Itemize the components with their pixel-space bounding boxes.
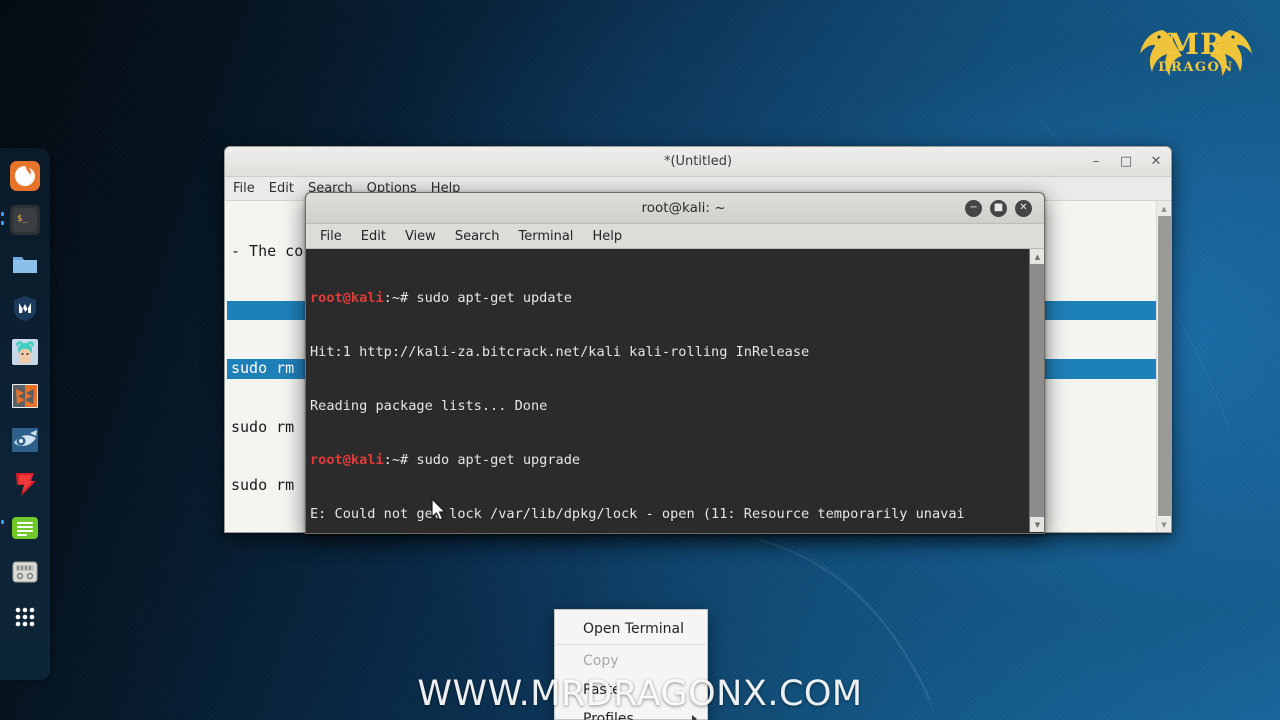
- editor-menu-file[interactable]: File: [233, 181, 255, 196]
- terminal-titlebar[interactable]: root@kali: ~ − ■ ✕: [306, 193, 1044, 224]
- terminal-menu-search[interactable]: Search: [455, 229, 500, 244]
- svg-text:$_: $_: [17, 214, 28, 224]
- context-menu-separator: [557, 644, 705, 645]
- terminal-scroll-down-icon[interactable]: ▼: [1030, 517, 1044, 532]
- terminal-prompt-suffix: :~#: [383, 452, 417, 468]
- context-menu-item-open-terminal[interactable]: Open Terminal: [555, 614, 707, 643]
- zaproxy-icon: [12, 561, 38, 583]
- terminal-line: E: Could not get lock /var/lib/dpkg/lock…: [310, 506, 965, 522]
- editor-scroll-up-icon[interactable]: ▲: [1156, 201, 1171, 216]
- terminal-window-buttons[interactable]: − ■ ✕: [965, 199, 1044, 217]
- mrdragon-logo: MR DRAGON: [1132, 12, 1260, 92]
- terminal-menu-terminal[interactable]: Terminal: [518, 229, 573, 244]
- dock-item-text-editor[interactable]: [1, 512, 41, 544]
- context-menu-item-copy: Copy: [583, 652, 619, 669]
- text-editor-icon: [12, 517, 38, 539]
- terminal-menu-help[interactable]: Help: [592, 229, 622, 244]
- terminal-close-button[interactable]: ✕: [1015, 199, 1032, 217]
- terminal-window[interactable]: root@kali: ~ − ■ ✕ File Edit View Search…: [305, 192, 1045, 534]
- terminal-line: Reading package lists... Done: [310, 398, 548, 414]
- dock-item-terminal[interactable]: $_: [1, 204, 41, 236]
- editor-scroll-down-icon[interactable]: ▼: [1156, 517, 1171, 532]
- terminal-output[interactable]: root@kali:~# sudo apt-get update Hit:1 h…: [306, 249, 1029, 532]
- editor-menu-edit[interactable]: Edit: [269, 181, 294, 196]
- terminal-menubar[interactable]: File Edit View Search Terminal Help: [306, 224, 1044, 249]
- dragon-emblem-icon: [1140, 30, 1252, 76]
- terminal-prompt-user: root@kali: [310, 290, 384, 306]
- grid-apps-icon: [15, 607, 35, 627]
- desktop-screen: MR DRAGON $_ *(Untitled) – □ ✕ File Edit…: [0, 0, 1280, 720]
- terminal-scroll-up-icon[interactable]: ▲: [1030, 249, 1044, 264]
- metasploit-icon: [14, 296, 36, 321]
- terminal-prompt-user: root@kali: [310, 452, 384, 468]
- dock-item-zaproxy[interactable]: [9, 556, 41, 588]
- firefox-icon: [10, 161, 40, 191]
- chevron-right-icon: [692, 714, 697, 720]
- dock-item-faraday[interactable]: [9, 468, 41, 500]
- terminal-command: sudo apt-get upgrade: [416, 452, 581, 468]
- editor-scroll-track[interactable]: [1156, 216, 1171, 517]
- application-dock[interactable]: $_: [0, 148, 50, 680]
- editor-minimize-button[interactable]: –: [1081, 147, 1111, 177]
- dock-item-metasploit[interactable]: [9, 292, 41, 324]
- folder-icon: [13, 257, 37, 273]
- terminal-menu-view[interactable]: View: [405, 229, 436, 244]
- editor-scrollbar[interactable]: ▲ ▼: [1156, 201, 1171, 532]
- dock-item-show-applications[interactable]: [9, 600, 41, 632]
- faraday-icon: [16, 473, 36, 496]
- terminal-line: root@kali:~# sudo apt-get upgrade: [310, 451, 1029, 469]
- dock-item-firefox[interactable]: [9, 160, 41, 192]
- editor-close-button[interactable]: ✕: [1141, 147, 1171, 177]
- editor-maximize-button[interactable]: □: [1111, 147, 1141, 177]
- terminal-scrollbar[interactable]: ▲ ▼: [1029, 249, 1044, 532]
- editor-window-title: *(Untitled): [663, 154, 733, 169]
- dock-item-burpsuite[interactable]: [9, 380, 41, 412]
- terminal-icon: $_: [10, 205, 40, 235]
- terminal-line: root@kali:~# sudo apt-get update: [310, 289, 1029, 307]
- editor-titlebar[interactable]: *(Untitled) – □ ✕: [225, 147, 1171, 177]
- dock-item-armitage[interactable]: [9, 336, 41, 368]
- terminal-prompt-suffix: :~#: [383, 290, 417, 306]
- site-watermark: WWW.MRDRAGONX.COM: [417, 674, 863, 714]
- terminal-body[interactable]: root@kali:~# sudo apt-get update Hit:1 h…: [306, 249, 1044, 532]
- terminal-minimize-button[interactable]: −: [965, 199, 982, 217]
- terminal-line: Hit:1 http://kali-za.bitcrack.net/kali k…: [310, 344, 810, 360]
- terminal-menu-file[interactable]: File: [320, 229, 342, 244]
- dock-item-files[interactable]: [9, 248, 41, 280]
- armitage-icon: [12, 339, 38, 365]
- editor-scroll-thumb[interactable]: [1157, 216, 1171, 516]
- dock-item-wireshark[interactable]: [9, 424, 41, 456]
- terminal-maximize-button[interactable]: ■: [990, 199, 1007, 217]
- terminal-command: sudo apt-get update: [416, 290, 572, 306]
- burpsuite-icon: [12, 384, 38, 408]
- wireshark-icon: [12, 428, 38, 452]
- terminal-window-title: root@kali: ~: [641, 200, 726, 216]
- terminal-menu-edit[interactable]: Edit: [361, 229, 386, 244]
